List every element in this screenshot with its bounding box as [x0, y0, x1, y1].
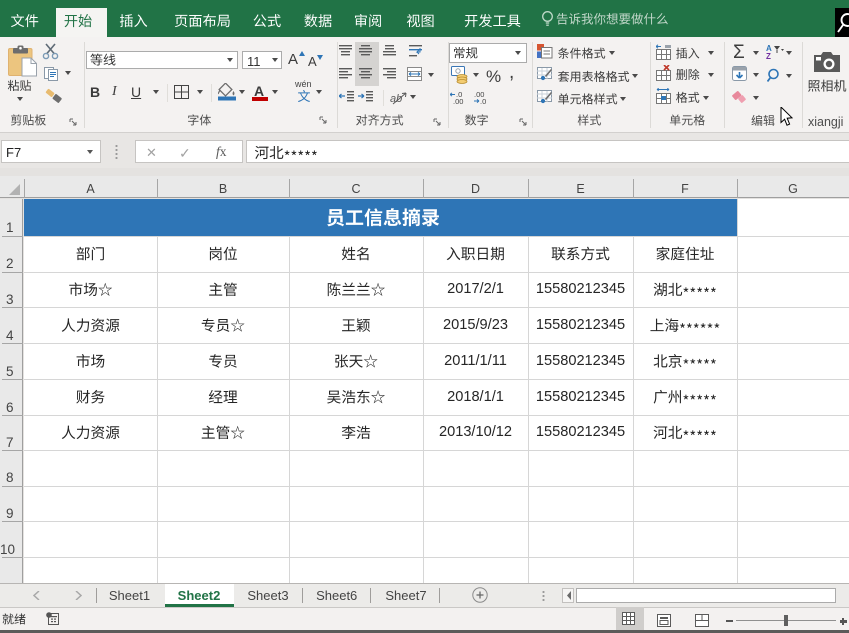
svg-text:.0: .0	[480, 97, 486, 104]
svg-text:Z: Z	[766, 52, 771, 60]
svg-text:ab: ab	[390, 93, 402, 105]
svg-text:.00: .00	[453, 97, 463, 104]
